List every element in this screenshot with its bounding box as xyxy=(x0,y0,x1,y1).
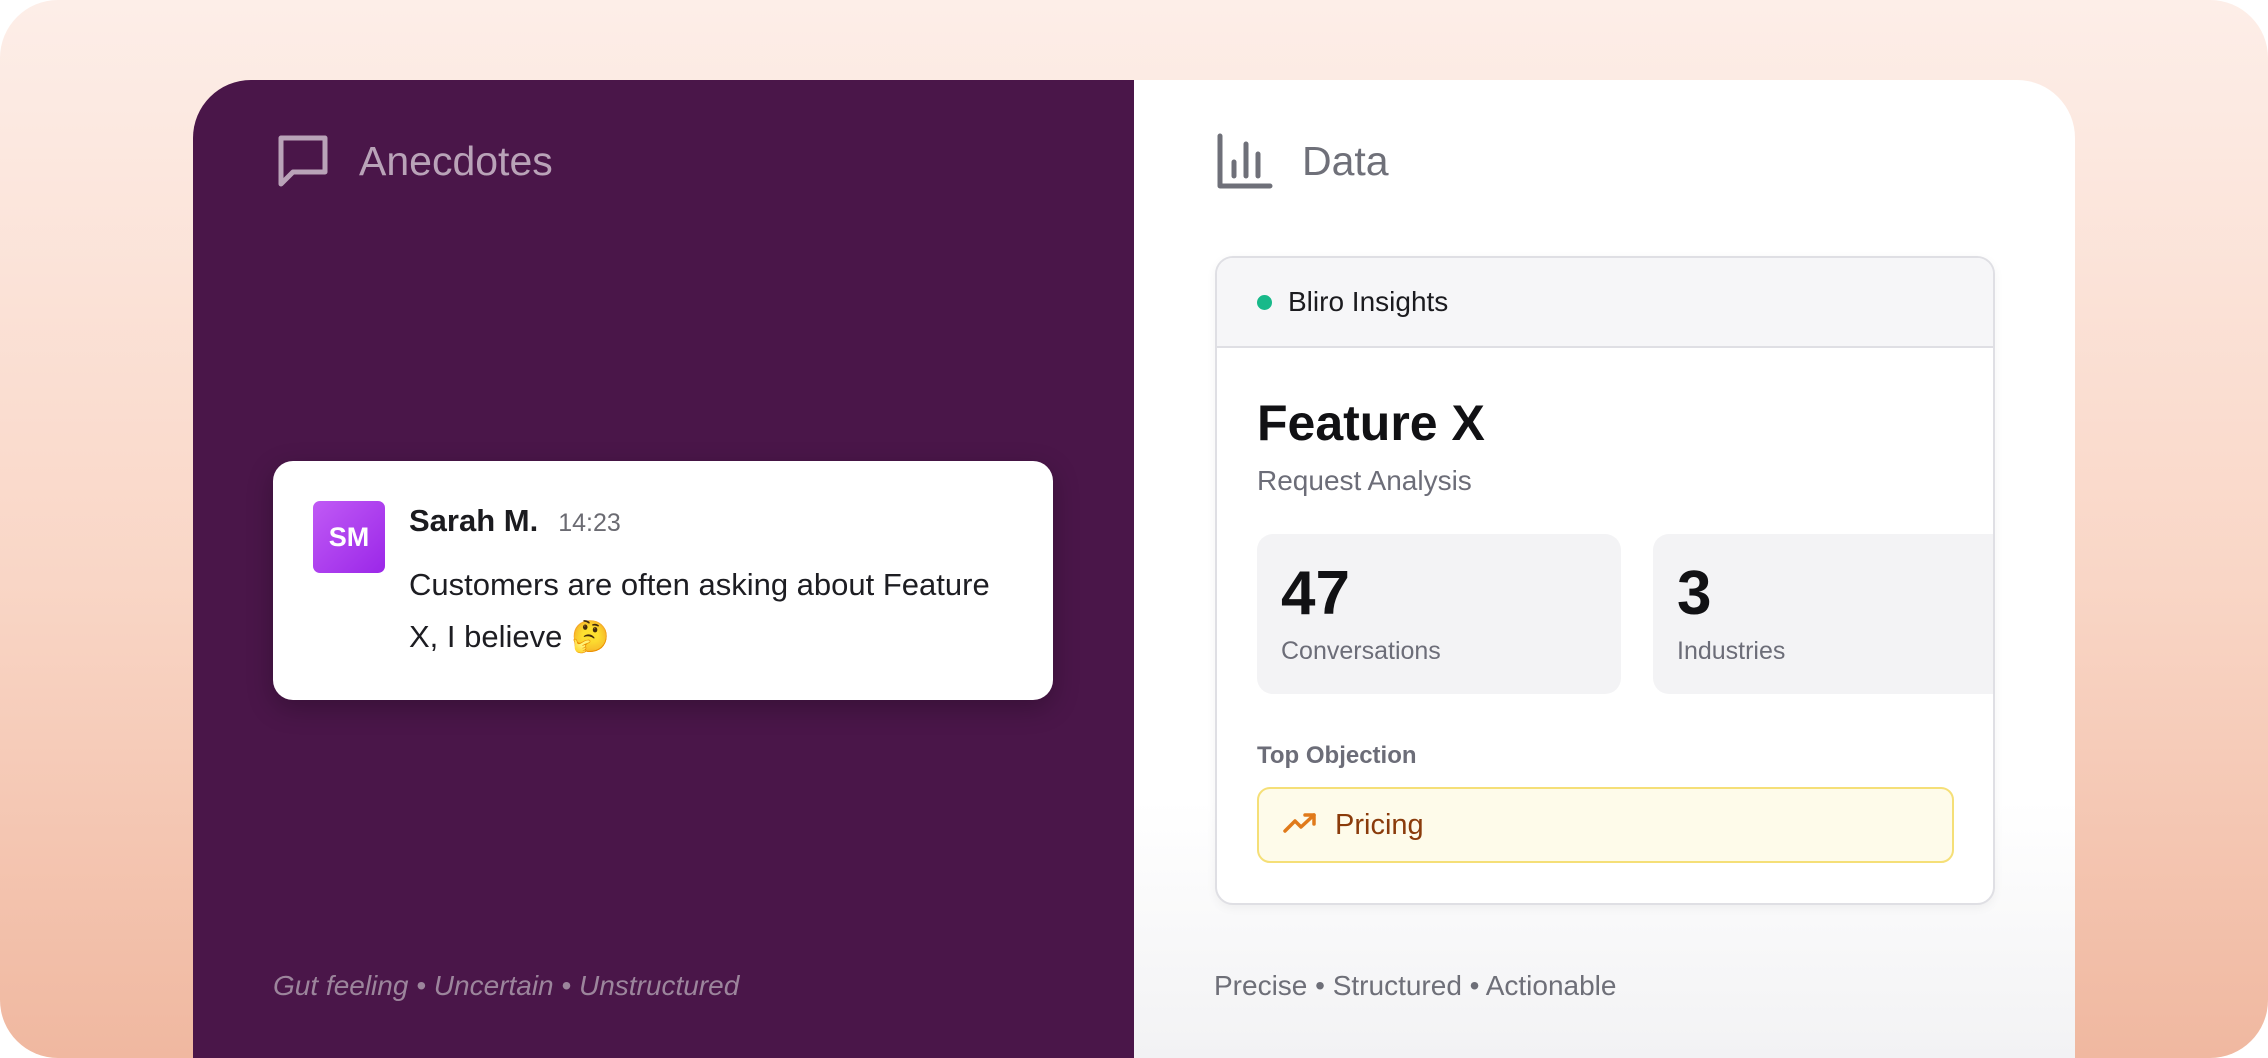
anecdotes-header: Anecdotes xyxy=(275,130,553,192)
stat-value: 3 xyxy=(1677,559,1712,628)
data-title: Data xyxy=(1302,137,1389,184)
page-background: Anecdotes SM Sarah M. 14:23 Customers ar… xyxy=(0,0,2268,1058)
chat-message-card: SM Sarah M. 14:23 Customers are often as… xyxy=(273,461,1053,700)
anecdotes-footer: Gut feeling • Uncertain • Unstructured xyxy=(273,970,740,1001)
stat-conversations: 47 Conversations xyxy=(1257,534,1621,694)
insights-card: Bliro Insights Feature X Request Analysi… xyxy=(1215,256,1995,905)
feature-title: Feature X xyxy=(1257,395,1485,451)
insights-card-header: Bliro Insights xyxy=(1217,258,1993,348)
anecdotes-panel: Anecdotes SM Sarah M. 14:23 Customers ar… xyxy=(193,80,1134,1058)
trending-up-icon xyxy=(1283,811,1317,840)
message-author: Sarah M. xyxy=(409,503,539,538)
stat-label: Conversations xyxy=(1281,637,1441,665)
stat-label: Industries xyxy=(1677,637,1786,665)
bar-chart-icon xyxy=(1216,132,1274,190)
data-panel: Data Bliro Insights Feature X Request An… xyxy=(1134,80,2075,1058)
objection-text: Pricing xyxy=(1335,808,1424,841)
data-footer: Precise • Structured • Actionable xyxy=(1214,970,1617,1001)
message-header: Sarah M. 14:23 xyxy=(409,503,621,539)
status-dot-icon xyxy=(1257,294,1272,310)
message-text: Customers are often asking about Feature… xyxy=(409,567,990,654)
top-objection-badge: Pricing xyxy=(1257,787,1954,863)
anecdotes-title: Anecdotes xyxy=(359,137,553,184)
stat-industries: 3 Industries xyxy=(1653,534,1993,694)
stat-value: 47 xyxy=(1281,559,1350,628)
avatar: SM xyxy=(313,501,385,573)
top-objection-label: Top Objection xyxy=(1257,742,1417,769)
message-square-icon xyxy=(275,132,331,190)
message-timestamp: 14:23 xyxy=(558,509,621,537)
feature-subtitle: Request Analysis xyxy=(1257,465,1472,496)
data-header: Data xyxy=(1216,130,1389,192)
insights-source: Bliro Insights xyxy=(1288,286,1449,317)
